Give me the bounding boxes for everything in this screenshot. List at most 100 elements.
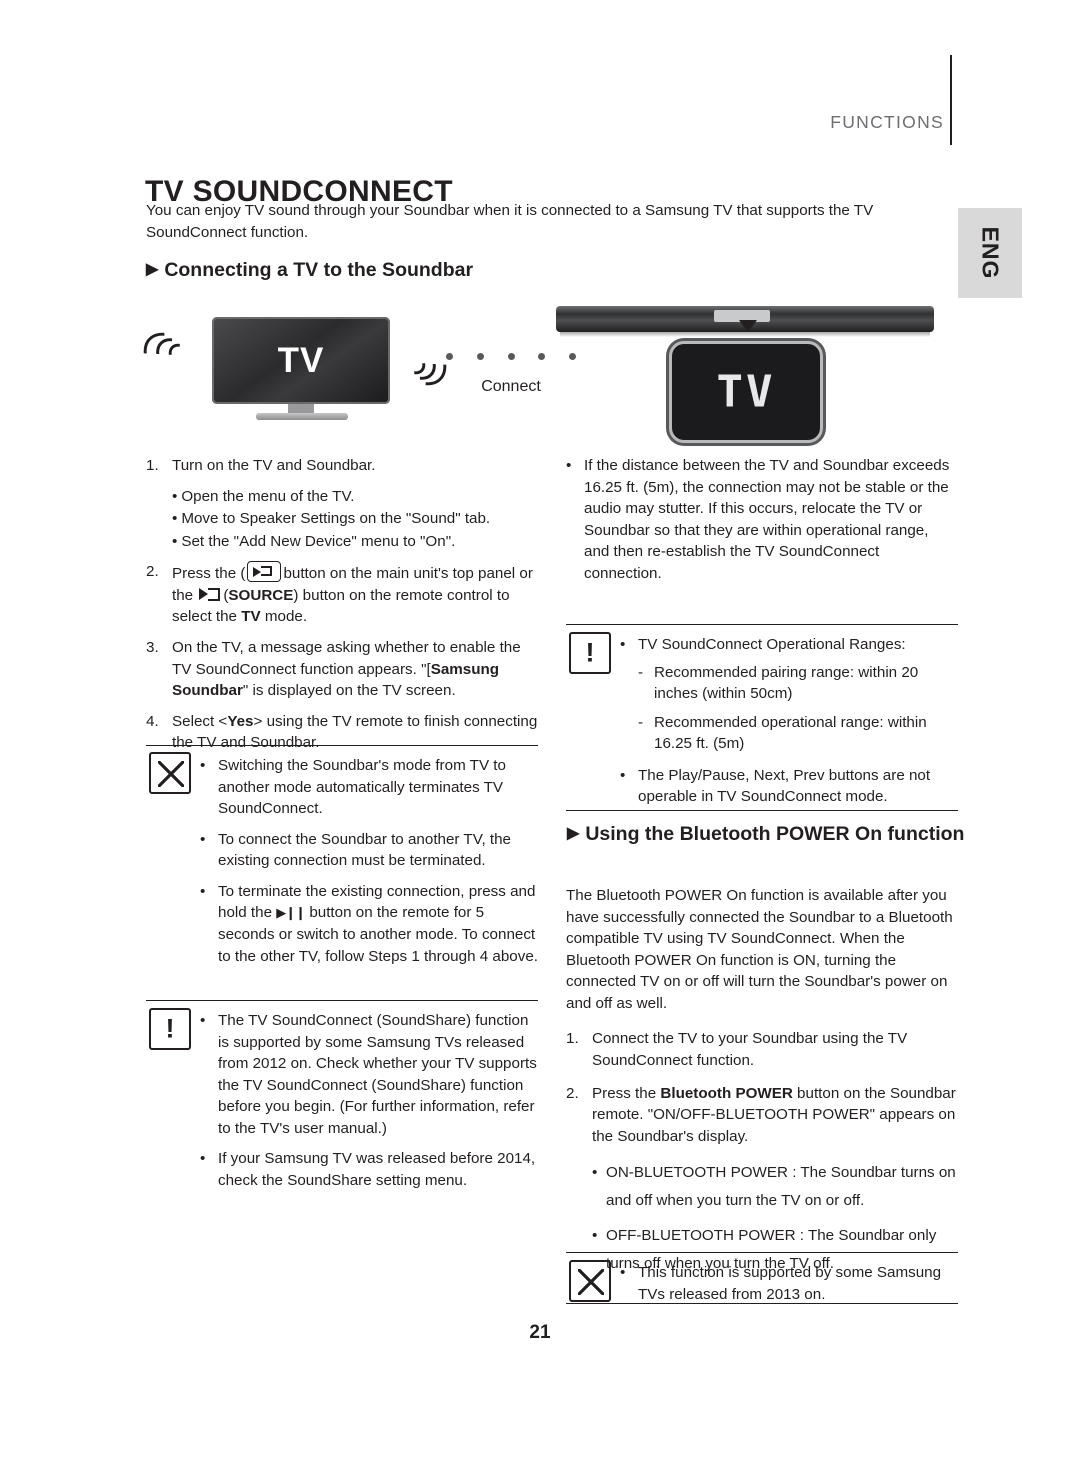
tv-screen-label: TV — [277, 340, 325, 380]
step-number: 1. — [146, 457, 159, 474]
triangle-bullet-icon: ▶ — [567, 825, 580, 842]
left-column-steps: 1. Turn on the TV and Soundbar. • Open th… — [146, 455, 538, 763]
tv-illustration-screen: TV — [212, 317, 390, 404]
signal-wave-left-icon — [133, 322, 207, 396]
tv-stand-base — [256, 413, 348, 420]
bluetooth-bullets: • ON-BLUETOOTH POWER : The Soundbar turn… — [592, 1159, 958, 1278]
step-text-part: " is displayed on the TV screen. — [242, 682, 456, 700]
substep-item: • Set the "Add New Device" menu to "On". — [172, 531, 538, 553]
substep-text: Open the menu of the TV. — [181, 487, 355, 505]
memo-note-icon — [569, 1260, 611, 1302]
header-divider-rule — [950, 55, 952, 145]
step-text: Turn on the TV and Soundbar. — [172, 457, 376, 474]
source-icon — [199, 585, 221, 604]
language-tab: ENG — [958, 208, 1022, 298]
note-dash-item: - Recommended pairing range: within 20 i… — [638, 662, 958, 705]
section-heading-bluetooth-label: Using the Bluetooth POWER On function — [585, 823, 965, 845]
page-number: 21 — [529, 1322, 551, 1343]
step-text: Press the (button on the main unit's top… — [172, 561, 538, 628]
step-text-bold: SOURCE — [228, 586, 294, 604]
step-item: 3. On the TV, a message asking whether t… — [146, 637, 538, 702]
note-bullet-text: The Play/Pause, Next, Prev buttons are n… — [638, 766, 931, 806]
note-dash-item: - Recommended operational range: within … — [638, 712, 958, 755]
dash-icon: - — [638, 713, 644, 731]
soundbar-display-text: TV — [716, 366, 776, 418]
note-bullet-item: • TV SoundConnect Operational Ranges: — [620, 634, 958, 656]
note-bullet-item: • To terminate the existing connection, … — [200, 881, 538, 967]
memo-note-icon — [149, 752, 191, 794]
step-text-part: Press the ( — [172, 565, 246, 583]
step-text: Select <Yes> using the TV remote to fini… — [172, 711, 538, 754]
note-dash-text: Recommended pairing range: within 20 inc… — [654, 663, 919, 703]
step-substeps: • Open the menu of the TV. • Move to Speak… — [172, 486, 538, 553]
note-dash-text: Recommended operational range: within 16… — [654, 713, 927, 753]
note-divider-bt-bottom — [566, 1303, 958, 1304]
step-number: 2. — [566, 1084, 579, 1102]
note-bullet-item: • To connect the Soundbar to another TV,… — [200, 829, 538, 872]
note-divider-top — [146, 745, 538, 746]
note-bullet-text: TV SoundConnect Operational Ranges: — [638, 636, 906, 653]
illustration-tv: TV Connect — [133, 305, 576, 440]
dash-icon: - — [638, 663, 644, 681]
step-text-bold: TV — [241, 608, 261, 626]
note-bullet-text: This function is supported by some Samsu… — [638, 1264, 942, 1303]
note-bullet-text: Switching the Soundbar's mode from TV to… — [218, 757, 506, 818]
pointer-arrow-icon — [739, 320, 757, 332]
substep-text: Move to Speaker Settings on the "Sound" … — [181, 510, 491, 528]
play-pause-icon: ▶❙❙ — [276, 905, 306, 921]
section-heading-bluetooth: ▶ Using the Bluetooth POWER On function — [567, 822, 967, 847]
note-bullet-item: • If your Samsung TV was released before… — [200, 1148, 538, 1191]
step-text: On the TV, a message asking whether to e… — [172, 637, 538, 702]
note-divider-right-top — [566, 624, 958, 625]
header-section-label: FUNCTIONS — [830, 112, 944, 132]
triangle-bullet-icon: ▶ — [146, 261, 159, 278]
step-number: 1. — [566, 1030, 579, 1048]
bullet-dot-icon: • — [200, 757, 206, 774]
memo-note-bluetooth: • This function is supported by some Sam… — [620, 1262, 958, 1314]
note-divider-bt-top — [566, 1252, 958, 1253]
bullet-dot-icon: • — [566, 457, 572, 474]
bullet-dot-icon: • — [200, 1012, 206, 1029]
illustration-soundbar: TV — [556, 300, 956, 442]
soundbar-shadow — [560, 332, 930, 337]
page-intro-text: You can enjoy TV sound through your Soun… — [146, 202, 874, 242]
step-item: 1. Turn on the TV and Soundbar. — [146, 455, 538, 477]
note-bullet-text: If your Samsung TV was released before 2… — [218, 1150, 536, 1190]
caution-note-icon — [149, 1008, 191, 1050]
step-item: 2. Press the Bluetooth POWER button on t… — [566, 1083, 958, 1148]
note-bullet-item: • If the distance between the TV and Sou… — [566, 455, 958, 584]
note-divider-mid — [146, 1000, 538, 1001]
memo-note-left: • Switching the Soundbar's mode from TV … — [200, 755, 538, 976]
note-bullet-text: The TV SoundConnect (SoundShare) functio… — [218, 1012, 537, 1137]
step-text: Press the Bluetooth POWER button on the … — [592, 1083, 958, 1148]
language-tab-label: ENG — [977, 226, 1004, 280]
bluetooth-bullet-text: ON-BLUETOOTH POWER : The Soundbar turns … — [606, 1164, 956, 1210]
step-number: 2. — [146, 563, 159, 581]
soundbar-display: TV — [672, 344, 820, 440]
note-bullet-text: To terminate the existing connection, pr… — [218, 881, 538, 967]
section-heading-connecting: ▶ Connecting a TV to the Soundbar — [146, 258, 473, 283]
caution-note-icon — [569, 632, 611, 674]
section-heading-connecting-label: Connecting a TV to the Soundbar — [164, 259, 474, 281]
step-text-bold: Bluetooth POWER — [660, 1084, 793, 1102]
step-item: 4. Select <Yes> using the TV remote to f… — [146, 711, 538, 754]
step-text: Connect the TV to your Soundbar using th… — [592, 1030, 908, 1070]
bullet-dot-icon: • — [620, 766, 626, 784]
bullet-dot-icon: • — [200, 882, 206, 900]
bullet-dot-icon: • — [172, 487, 178, 505]
bluetooth-body: The Bluetooth POWER On function is avail… — [566, 885, 958, 1278]
caution-note-left: • The TV SoundConnect (SoundShare) funct… — [200, 1010, 538, 1201]
bluetooth-bullet-item: • ON-BLUETOOTH POWER : The Soundbar turn… — [592, 1159, 958, 1215]
bullet-dot-icon: • — [620, 1264, 626, 1281]
caution-note-right: • TV SoundConnect Operational Ranges: - … — [620, 634, 958, 817]
step-text-part: Select < — [172, 712, 228, 730]
note-divider-right-bottom — [566, 810, 958, 811]
substep-item: • Move to Speaker Settings on the "Sound"… — [172, 508, 538, 530]
note-bullet-item: • Switching the Soundbar's mode from TV … — [200, 755, 538, 820]
step-item: 1. Connect the TV to your Soundbar using… — [566, 1028, 958, 1071]
right-column-notes: • If the distance between the TV and Sou… — [566, 455, 958, 593]
substep-item: • Open the menu of the TV. — [172, 486, 538, 508]
note-bullet-item: • The TV SoundConnect (SoundShare) funct… — [200, 1010, 538, 1139]
bullet-dot-icon: • — [620, 636, 626, 653]
bluetooth-intro-text: The Bluetooth POWER On function is avail… — [566, 887, 953, 1012]
